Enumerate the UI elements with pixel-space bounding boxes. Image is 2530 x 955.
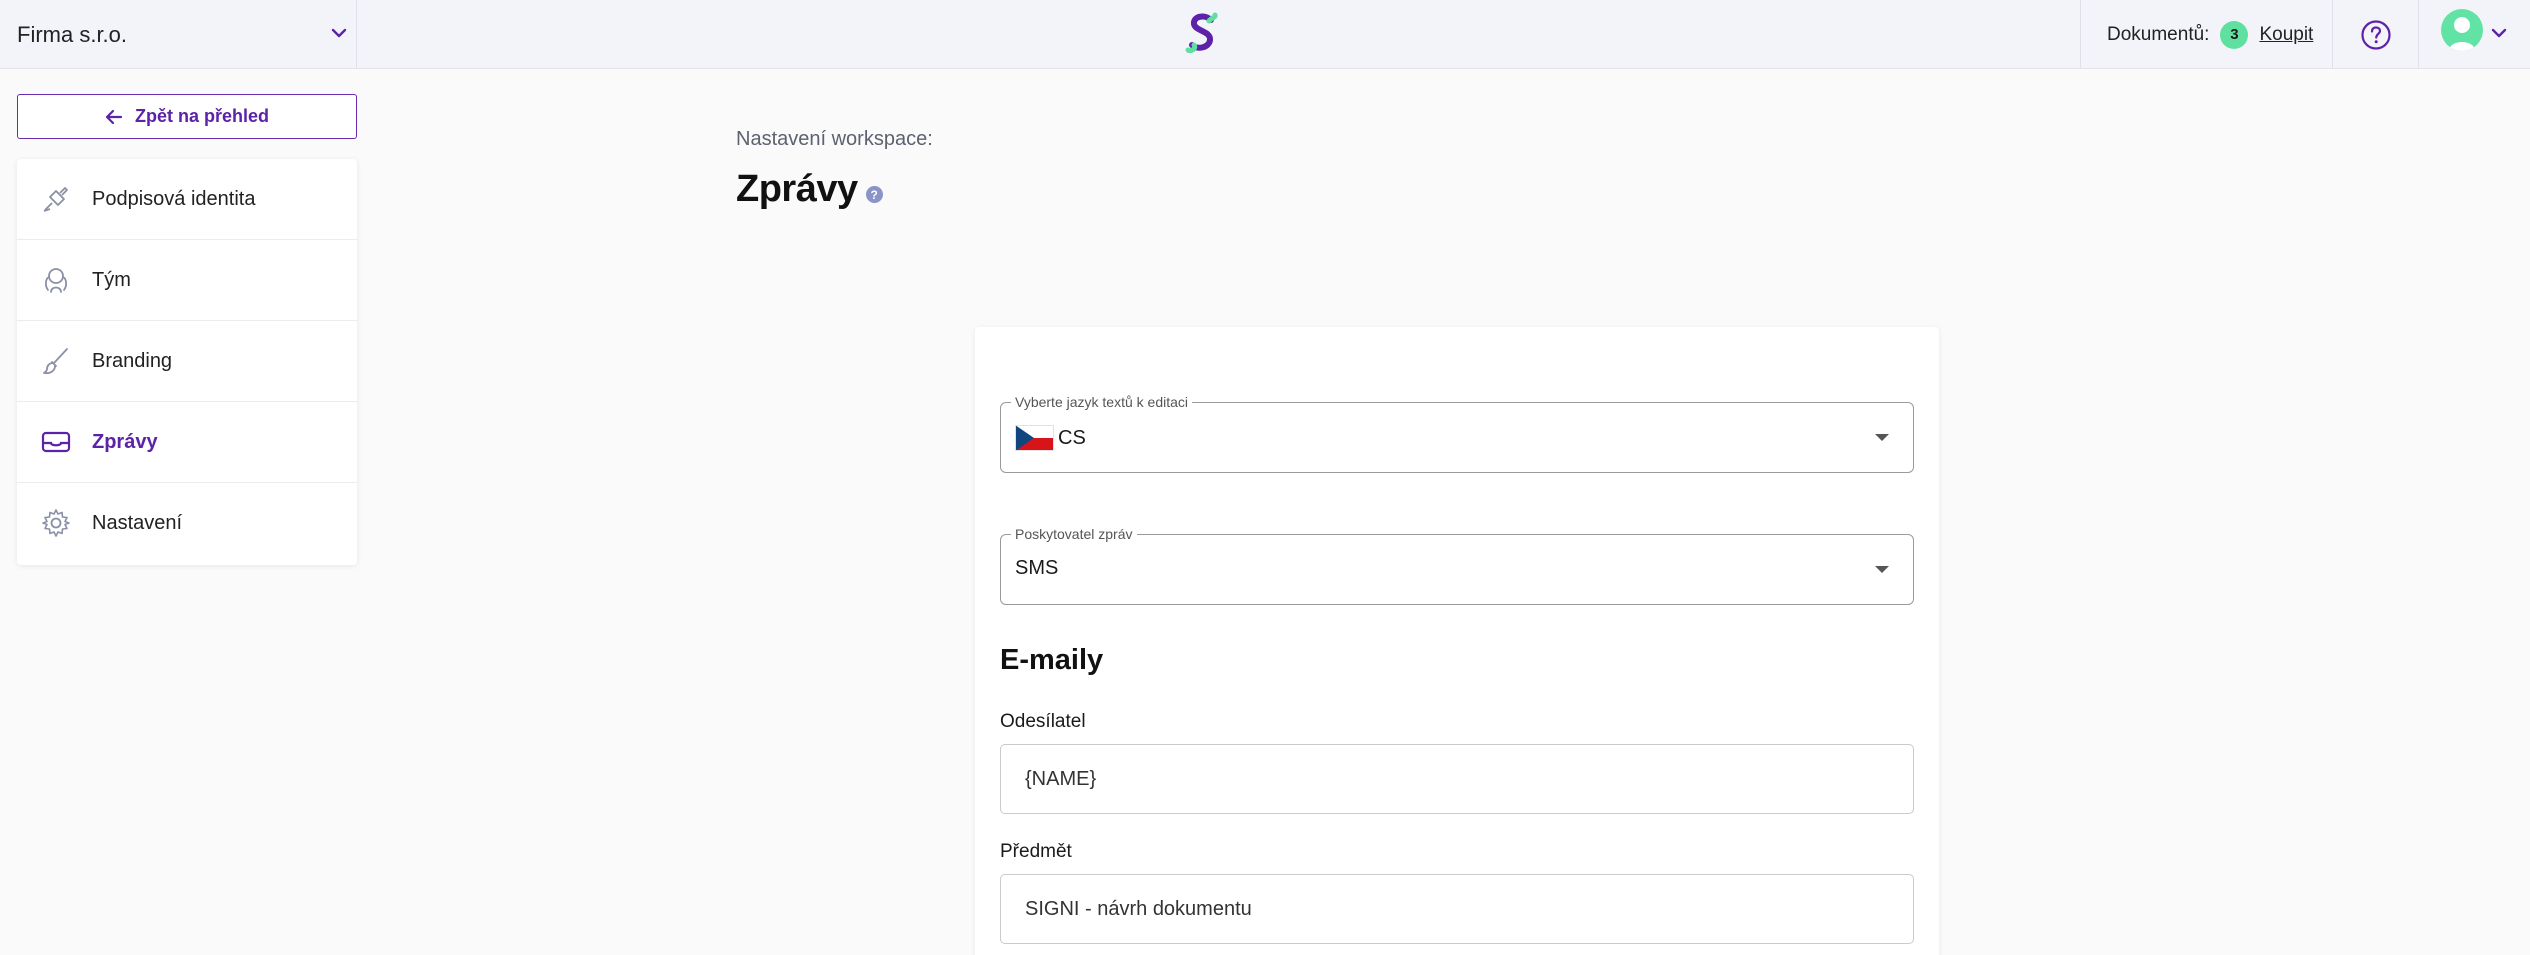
- documents-counter: Dokumentů: 3 Koupit: [2080, 0, 2332, 69]
- language-code: CS: [1058, 426, 1086, 449]
- help-icon[interactable]: ?: [865, 186, 883, 203]
- chevron-down-icon: [2491, 28, 2507, 38]
- chevron-down-icon: [331, 28, 347, 38]
- page-title: Zprávy: [736, 168, 858, 210]
- sidebar-item-signature-identity[interactable]: Podpisová identita: [17, 159, 357, 240]
- user-menu[interactable]: [2418, 0, 2530, 69]
- sidebar-item-label: Tým: [92, 268, 131, 291]
- help-button[interactable]: [2332, 0, 2418, 69]
- team-icon: [44, 268, 68, 293]
- sidebar-item-label: Zprávy: [92, 430, 158, 453]
- back-to-overview-button[interactable]: Zpět na přehled: [17, 94, 357, 139]
- subject-input[interactable]: SIGNI - návrh dokumentu: [1000, 874, 1914, 944]
- gear-icon: [42, 509, 70, 537]
- avatar: [2441, 9, 2483, 51]
- language-select-legend: Vyberte jazyk textů k editaci: [1011, 394, 1193, 410]
- envelope-icon: [41, 431, 71, 453]
- documents-count-badge: 3: [2220, 20, 2249, 49]
- back-to-overview-label: Zpět na přehled: [134, 106, 269, 126]
- workspace-name: Firma s.r.o.: [17, 21, 128, 47]
- sidebar-item-branding[interactable]: Branding: [17, 321, 357, 402]
- signi-logo-icon[interactable]: [1185, 12, 1219, 54]
- workspace-switcher[interactable]: Firma s.r.o.: [0, 0, 357, 69]
- message-provider-legend: Poskytovatel zpráv: [1011, 526, 1137, 542]
- sidebar-item-settings[interactable]: Nastavení: [17, 483, 357, 564]
- arrow-left-icon: [105, 109, 123, 124]
- top-bar: Firma s.r.o. Dokumentů: 3 Koupit: [0, 0, 2530, 69]
- sidebar-item-messages[interactable]: Zprávy: [17, 402, 357, 483]
- caret-down-icon: [1875, 566, 1889, 573]
- sidebar-item-team[interactable]: Tým: [17, 240, 357, 321]
- sidebar-item-label: Nastavení: [92, 512, 183, 534]
- sidebar-item-label: Podpisová identita: [92, 187, 256, 210]
- documents-label: Dokumentů:: [2107, 23, 2210, 45]
- language-select-value: CS: [1015, 425, 1086, 451]
- sender-label: Odesílatel: [1000, 711, 1086, 732]
- sidebar-item-label: Branding: [92, 349, 173, 372]
- user-silhouette-icon: [2449, 17, 2475, 51]
- language-select[interactable]: Vyberte jazyk textů k editaci CS: [1000, 394, 1914, 473]
- breadcrumb: Nastavení workspace:: [736, 128, 933, 150]
- subject-label: Předmět: [1000, 841, 1072, 862]
- caret-down-icon: [1875, 434, 1889, 441]
- messages-settings-card: Vyberte jazyk textů k editaci CS Poskyto…: [975, 327, 1939, 955]
- page-title-row: Zprávy ?: [736, 168, 883, 211]
- message-provider-select[interactable]: Poskytovatel zpráv SMS: [1000, 526, 1914, 605]
- emails-section-title: E-maily: [1000, 644, 1104, 676]
- buy-link[interactable]: Koupit: [2259, 24, 2313, 46]
- brush-icon: [43, 348, 68, 375]
- pen-nib-icon: [43, 187, 68, 212]
- settings-menu: Podpisová identita Tým Branding Zprávy N…: [17, 159, 357, 565]
- help-icon: [2360, 19, 2391, 50]
- message-provider-value: SMS: [1015, 557, 1059, 579]
- czech-flag-icon: [1015, 425, 1054, 451]
- sender-input[interactable]: {NAME}: [1000, 744, 1914, 814]
